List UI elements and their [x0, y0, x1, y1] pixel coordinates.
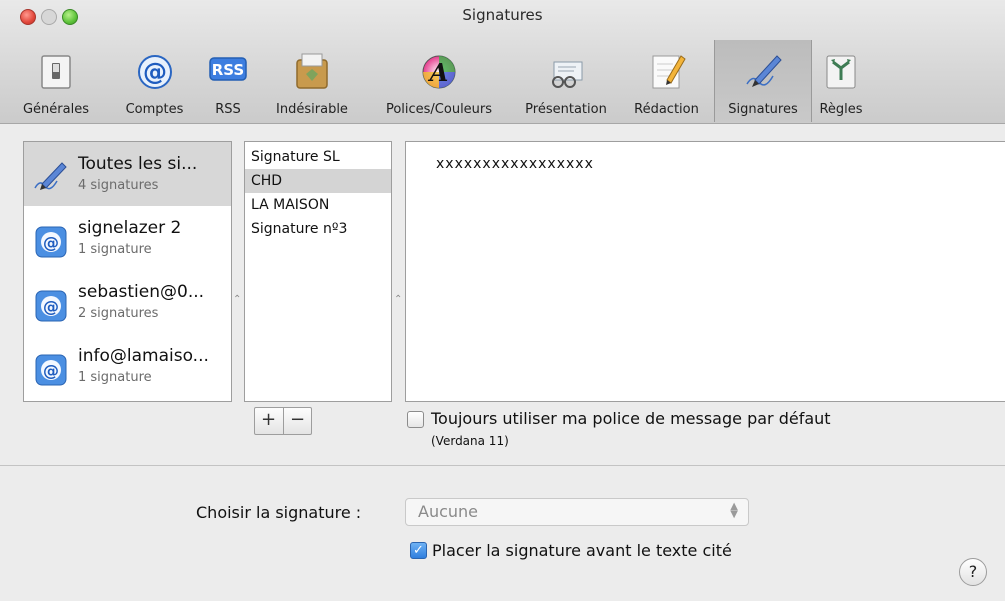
account-signature-count: 2 signatures — [78, 306, 159, 321]
account-name: signelazer 2 — [78, 218, 182, 238]
toolbar-polices-couleurs[interactable]: A Polices/Couleurs — [365, 40, 513, 122]
at-sign-icon: @ — [137, 55, 172, 89]
signatures-list[interactable]: Signature SL CHD LA MAISON Signature nº3 — [244, 141, 392, 402]
default-font-checkbox[interactable] — [407, 411, 424, 428]
svg-text:@: @ — [43, 361, 59, 380]
account-name: sebastien@0... — [78, 282, 205, 302]
toolbar-rss[interactable]: RSS RSS — [197, 40, 259, 122]
account-name: info@lamaiso... — [78, 346, 209, 366]
toolbar-label: Générales — [22, 102, 89, 117]
toolbar-label: Règles — [819, 102, 863, 117]
signature-content[interactable]: xxxxxxxxxxxxxxxxx — [436, 156, 594, 172]
account-item[interactable]: @ signelazer 2 1 signature — [24, 206, 231, 270]
window-title: Signatures — [462, 6, 543, 24]
preferences-toolbar: Générales @ Comptes RSS RSS Indésirable … — [0, 40, 1005, 122]
accounts-list[interactable]: Toutes les si... 4 signatures @ signelaz… — [23, 141, 232, 402]
section-divider — [0, 465, 1005, 466]
account-signature-count: 4 signatures — [78, 178, 159, 193]
svg-text:@: @ — [43, 233, 59, 252]
choose-signature-select[interactable]: Aucune ▲ ▼ — [405, 498, 749, 526]
toolbar-generales[interactable]: Générales — [0, 40, 112, 122]
choose-signature-value: Aucune — [418, 502, 479, 521]
fonts-colors-icon: A — [422, 55, 456, 89]
general-switch-icon — [41, 55, 71, 89]
signature-item[interactable]: LA MAISON — [245, 193, 391, 217]
junk-mail-icon — [296, 53, 328, 89]
toolbar-label: Signatures — [728, 102, 798, 117]
toolbar-regles[interactable]: Règles — [810, 40, 872, 122]
toolbar-redaction[interactable]: Rédaction — [619, 40, 714, 122]
composing-pencil-icon — [652, 55, 686, 89]
signature-add-remove-group: + − — [254, 407, 312, 435]
add-signature-button[interactable]: + — [255, 408, 282, 434]
account-item[interactable]: @ info@lamaiso... 1 signature — [24, 334, 231, 398]
viewing-glasses-icon — [552, 61, 583, 88]
signature-item-selected[interactable]: CHD — [245, 169, 391, 193]
place-before-checkbox[interactable]: ✓ — [410, 542, 427, 559]
account-signature-count: 1 signature — [78, 242, 152, 257]
toolbar-label: Indésirable — [276, 102, 348, 117]
signatures-resize-handle[interactable]: ⌃ — [394, 294, 402, 305]
account-name: Toutes les si... — [78, 154, 198, 174]
toolbar-signatures[interactable]: Signatures — [714, 40, 812, 122]
signature-editor[interactable]: xxxxxxxxxxxxxxxxx — [405, 141, 1005, 402]
toolbar-comptes[interactable]: @ Comptes — [112, 40, 197, 122]
toolbar-label: Comptes — [125, 102, 184, 117]
accounts-resize-handle[interactable]: ⌃ — [233, 294, 241, 305]
svg-text:@: @ — [43, 297, 59, 316]
help-button[interactable]: ? — [959, 558, 987, 586]
signature-item[interactable]: Signature SL — [245, 145, 391, 169]
signature-pen-icon — [34, 162, 67, 190]
svg-text:@: @ — [143, 58, 167, 86]
toolbar-label: RSS — [215, 102, 241, 117]
remove-signature-button[interactable]: − — [283, 408, 311, 434]
signature-pen-icon — [746, 55, 782, 87]
rules-icon — [826, 55, 856, 89]
mail-account-icon: @ — [35, 354, 67, 386]
toolbar-label: Rédaction — [634, 102, 699, 117]
mail-account-icon: @ — [35, 226, 67, 258]
account-signature-count: 1 signature — [78, 370, 152, 385]
default-font-note: (Verdana 11) — [431, 434, 509, 448]
toolbar-label: Polices/Couleurs — [385, 102, 493, 117]
signature-item[interactable]: Signature nº3 — [245, 217, 391, 241]
place-before-label[interactable]: Placer la signature avant le texte cité — [432, 541, 732, 560]
rss-icon: RSS — [209, 57, 247, 81]
mail-account-icon: @ — [35, 290, 67, 322]
account-item[interactable]: @ sebastien@0... 2 signatures — [24, 270, 231, 334]
toolbar-presentation[interactable]: Présentation — [513, 40, 619, 122]
svg-text:RSS: RSS — [212, 61, 244, 79]
account-item-all[interactable]: Toutes les si... 4 signatures — [24, 142, 231, 206]
window-titlebar: Signatures Générales @ Comptes RSS RSS I… — [0, 0, 1005, 124]
default-font-label[interactable]: Toujours utiliser ma police de message p… — [431, 409, 831, 428]
toolbar-indesirable[interactable]: Indésirable — [259, 40, 365, 122]
choose-signature-label: Choisir la signature : — [196, 503, 362, 522]
svg-text:A: A — [428, 58, 449, 87]
toolbar-label: Présentation — [525, 102, 607, 117]
stepper-arrows-icon: ▲ ▼ — [730, 501, 738, 520]
